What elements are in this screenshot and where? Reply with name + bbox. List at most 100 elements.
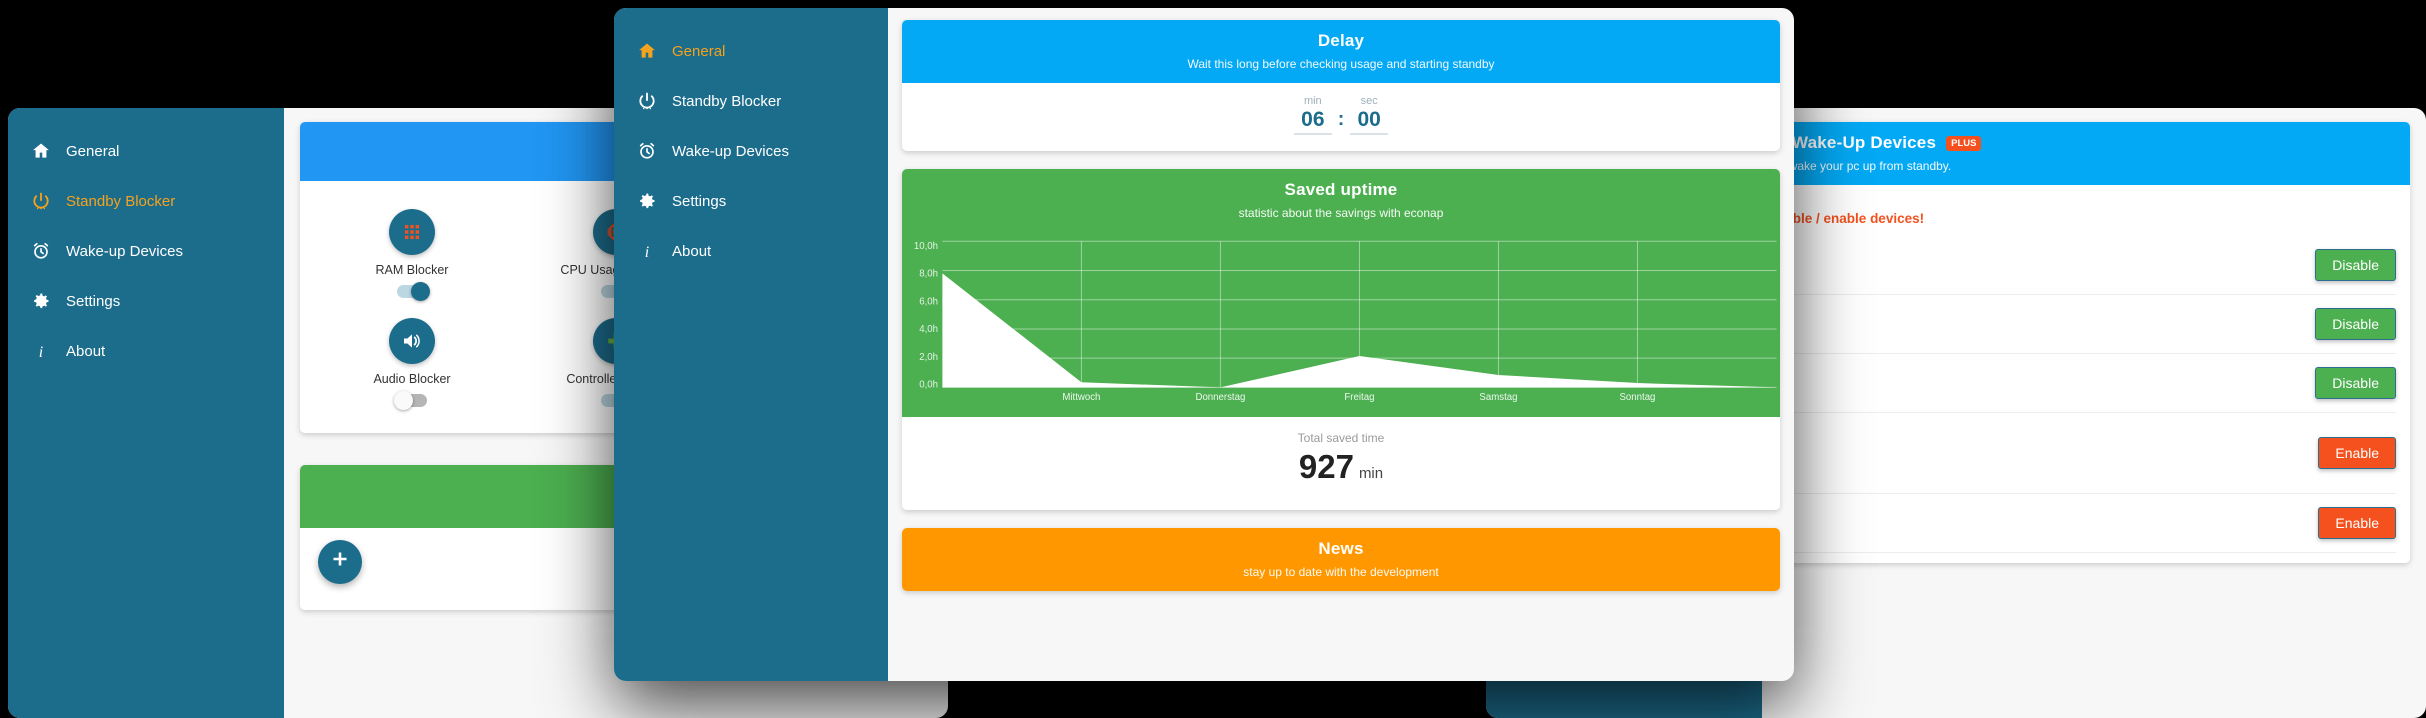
card-saved-uptime: Saved uptime statistic about the savings… (902, 169, 1780, 510)
blocker-toggle[interactable] (397, 282, 430, 301)
sidebar-item-label: Standby Blocker (66, 192, 176, 210)
privilege-warning: ivileges to disable / enable devices! (1778, 211, 1925, 226)
card-subtitle: Wait this long before checking usage and… (1187, 57, 1495, 71)
time-separator: : (1337, 109, 1345, 130)
sidebar-item-label: Wake-up Devices (672, 142, 789, 160)
seconds-label: sec (1360, 95, 1378, 107)
duration-spinner[interactable]: min 06 : sec 00 (1293, 95, 1389, 135)
content-center: Delay Wait this long before checking usa… (888, 8, 1794, 681)
disable-button[interactable]: Disable (2315, 367, 2396, 399)
sidebar-item-label: General (672, 42, 726, 60)
card-body: ivileges to disable / enable devices! Di… (1778, 185, 2410, 563)
sidebar-item-wakeup-devices[interactable]: Wake-up Devices (8, 226, 284, 276)
alarm-clock-icon (30, 240, 52, 262)
sidebar-item-about[interactable]: i About (8, 326, 284, 376)
plus-badge: PLUS (1946, 135, 1982, 151)
sidebar-item-label: About (672, 242, 712, 260)
sidebar-item-settings[interactable]: Settings (8, 276, 284, 326)
card-subtitle: statistic about the savings with econap (1238, 206, 1444, 220)
enable-button[interactable]: Enable (2318, 507, 2396, 539)
saved-uptime-chart[interactable]: 0,0h 2,0h 4,0h 6,0h 8,0h 10,0h Mittwoch Donners… (902, 232, 1780, 417)
sidebar-item-label: Settings (66, 292, 121, 310)
svg-text:4,0h: 4,0h (919, 324, 938, 335)
sidebar-item-label: Wake-up Devices (66, 242, 183, 260)
blocker-ram[interactable]: RAM Blocker (310, 199, 514, 308)
card-header: News stay up to date with the developmen… (902, 528, 1780, 591)
minutes-stepper[interactable]: min 06 (1293, 95, 1332, 135)
table-row[interactable]: Disable (1792, 236, 2396, 295)
total-unit: min (1358, 465, 1384, 482)
sidebar-item-label: General (66, 142, 120, 160)
gear-icon (636, 190, 658, 212)
power-icon (636, 90, 658, 112)
svg-text:0,0h: 0,0h (919, 380, 938, 391)
sidebar-item-standby-blocker[interactable]: Standby Blocker (614, 76, 888, 126)
plus-icon (328, 548, 352, 577)
svg-text:i: i (39, 344, 43, 361)
sidebar-center[interactable]: General Standby Blocker Wake-up Devices … (614, 8, 888, 681)
home-icon (30, 140, 52, 162)
sidebar-item-general[interactable]: General (8, 126, 284, 176)
home-icon (636, 40, 658, 62)
card-title: News (1318, 539, 1364, 558)
total-saved-time: Total saved time 927 min (902, 417, 1780, 510)
minutes-value[interactable]: 06 (1293, 108, 1332, 135)
total-value-row: 927 min (902, 449, 1780, 492)
svg-text:6,0h: 6,0h (919, 296, 938, 307)
sidebar-item-label: Standby Blocker (672, 92, 782, 110)
total-label: Total saved time (1297, 431, 1385, 445)
svg-text:i: i (645, 244, 649, 261)
sidebar-item-wakeup-devices[interactable]: Wake-up Devices (614, 126, 888, 176)
blocker-toggle[interactable] (394, 391, 427, 410)
enable-button[interactable]: Enable (2318, 437, 2396, 469)
card-header: Saved uptime statistic about the savings… (902, 169, 1780, 232)
svg-text:Donnerstag: Donnerstag (1195, 392, 1245, 403)
info-icon: i (636, 240, 658, 262)
power-icon (30, 190, 52, 212)
sidebar-left[interactable]: General Standby Blocker Wake-up Devices … (8, 108, 284, 718)
sidebar-item-label: Settings (672, 192, 727, 210)
table-row[interactable]: Enable (1792, 413, 2396, 494)
window-general[interactable]: General Standby Blocker Wake-up Devices … (614, 8, 1794, 681)
card-title: Delay (1317, 31, 1365, 50)
add-button[interactable] (318, 540, 362, 584)
card-title: Saved uptime (1284, 180, 1398, 199)
sidebar-item-standby-blocker[interactable]: Standby Blocker (8, 176, 284, 226)
delay-input-row: min 06 : sec 00 (902, 83, 1780, 151)
table-row[interactable]: Enable (1792, 494, 2396, 553)
total-value: 927 (1298, 448, 1354, 485)
disable-button[interactable]: Disable (2315, 249, 2396, 281)
minutes-label: min (1303, 95, 1322, 107)
blocker-audio[interactable]: Audio Blocker (310, 308, 514, 417)
content-right: Wake-Up Devices PLUS se devices can wake… (1762, 108, 2426, 718)
svg-text:2,0h: 2,0h (919, 352, 938, 363)
sidebar-item-settings[interactable]: Settings (614, 176, 888, 226)
table-row[interactable]: Disable (1792, 295, 2396, 354)
sidebar-item-general[interactable]: General (614, 26, 888, 76)
table-row[interactable]: Disable (1792, 354, 2396, 413)
svg-text:Freitag: Freitag (1344, 392, 1374, 403)
sidebar-item-label: About (66, 342, 106, 360)
card-subtitle: stay up to date with the development (1243, 565, 1439, 579)
alarm-clock-icon (636, 140, 658, 162)
speaker-icon (389, 318, 435, 364)
svg-text:Sonntag: Sonntag (1620, 392, 1656, 403)
card-subtitle: se devices can wake your pc up from stan… (1778, 159, 1952, 173)
chart-labels: 0,0h 2,0h 4,0h 6,0h 8,0h 10,0h Mittwoch Donners… (914, 241, 1656, 403)
disable-button[interactable]: Disable (2315, 308, 2396, 340)
info-icon: i (30, 340, 52, 362)
seconds-value[interactable]: 00 (1350, 108, 1389, 135)
card-delay: Delay Wait this long before checking usa… (902, 20, 1780, 151)
gear-icon (30, 290, 52, 312)
card-title-row: Wake-Up Devices PLUS (1792, 133, 2400, 153)
seconds-stepper[interactable]: sec 00 (1350, 95, 1389, 135)
card-news: News stay up to date with the developmen… (902, 528, 1780, 591)
blocker-label: Audio Blocker (373, 372, 451, 386)
svg-text:8,0h: 8,0h (919, 269, 938, 280)
desktop-stage: General Standby Blocker Wake-up Devices … (0, 0, 2426, 718)
blocker-label: RAM Blocker (375, 263, 449, 277)
card-wakeup-devices: Wake-Up Devices PLUS se devices can wake… (1778, 122, 2410, 563)
card-title: Wake-Up Devices (1792, 133, 1937, 152)
sidebar-item-about[interactable]: i About (614, 226, 888, 276)
svg-text:Samstag: Samstag (1479, 392, 1517, 403)
